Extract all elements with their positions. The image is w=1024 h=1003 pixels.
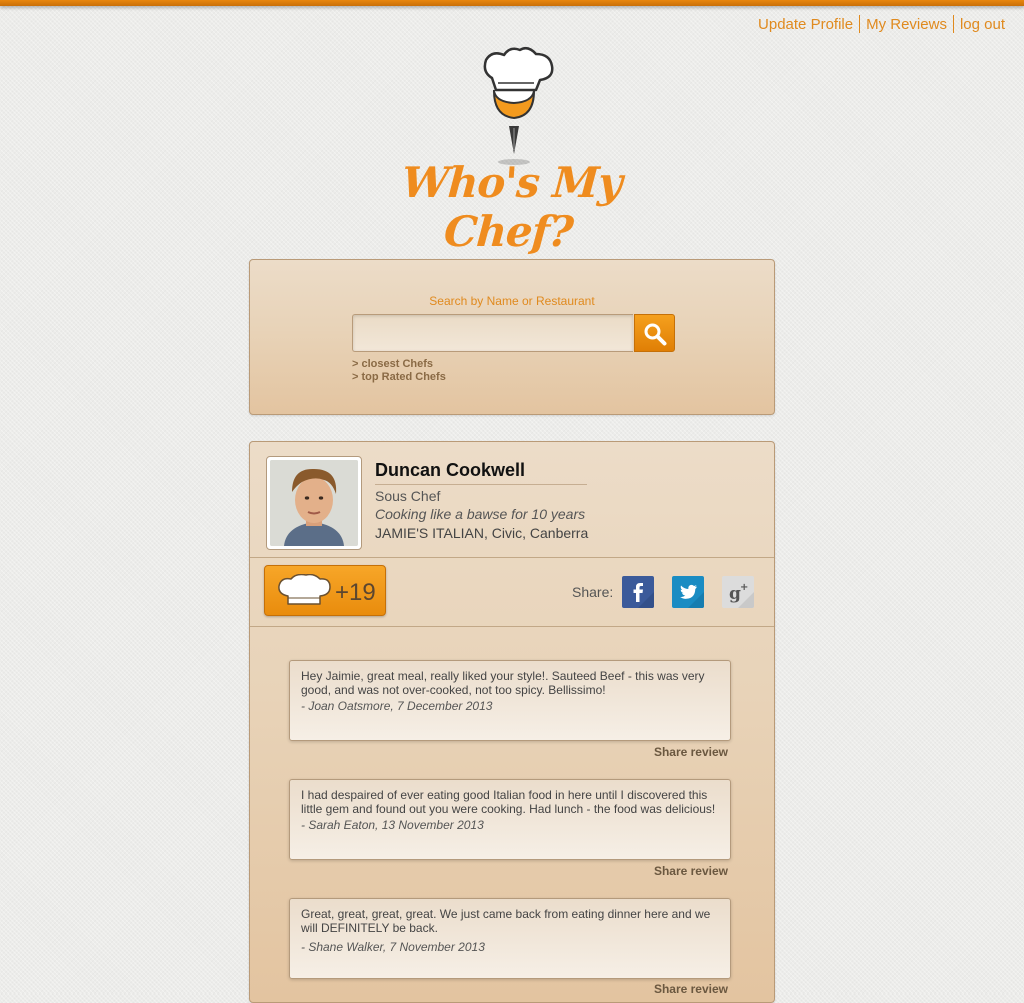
top-nav: Update Profile My Reviews log out [752, 15, 1011, 33]
search-button[interactable] [634, 314, 675, 352]
chef-role: Sous Chef [375, 488, 441, 504]
svg-text:+: + [740, 582, 748, 593]
review-text: I had despaired of ever eating good Ital… [301, 788, 716, 816]
chef-photo [270, 460, 358, 546]
chef-profile-panel: Duncan Cookwell Sous Chef Cooking like a… [249, 441, 775, 1003]
section-divider [250, 557, 774, 558]
search-panel: Search by Name or Restaurant > closest C… [249, 259, 775, 415]
facebook-icon [622, 576, 654, 608]
update-profile-link[interactable]: Update Profile [752, 16, 859, 33]
avatar [266, 456, 362, 550]
google-plus-share-button[interactable]: g + [722, 576, 754, 608]
review-author: - Sarah Eaton, 13 November 2013 [301, 818, 484, 832]
chef-tagline: Cooking like a bawse for 10 years [375, 506, 586, 522]
logout-link[interactable]: log out [954, 16, 1011, 33]
top-accent-bar [0, 0, 1024, 6]
top-rated-chefs-link[interactable]: > top Rated Chefs [352, 371, 446, 384]
review-author: - Joan Oatsmore, 7 December 2013 [301, 699, 493, 713]
facebook-share-button[interactable] [622, 576, 654, 608]
site-logo-text: Who's My Chef? [400, 158, 624, 256]
chef-hat-icon [278, 574, 331, 605]
vote-count: +19 [335, 579, 376, 606]
chef-location: JAMIE'S ITALIAN, Civic, Canberra [375, 525, 589, 541]
review-author: - Shane Walker, 7 November 2013 [301, 940, 485, 954]
share-label: Share: [572, 584, 614, 600]
search-label: Search by Name or Restaurant [429, 294, 595, 308]
closest-chefs-link[interactable]: > closest Chefs [352, 358, 446, 371]
chef-name: Duncan Cookwell [375, 460, 526, 480]
share-review-link[interactable]: Share review [640, 745, 728, 759]
my-reviews-link[interactable]: My Reviews [860, 16, 953, 33]
name-divider [375, 484, 587, 485]
review-card: I had despaired of ever eating good Ital… [289, 779, 731, 860]
search-input[interactable] [353, 315, 633, 351]
review-text: Great, great, great, great. We just came… [301, 907, 711, 935]
review-text: Hey Jaimie, great meal, really liked you… [301, 669, 705, 697]
search-box [352, 314, 633, 352]
review-card: Great, great, great, great. We just came… [289, 898, 731, 979]
chef-pin-icon [470, 46, 560, 166]
vote-button[interactable]: +19 [264, 565, 386, 616]
twitter-share-button[interactable] [672, 576, 704, 608]
quick-links: > closest Chefs > top Rated Chefs [352, 358, 446, 384]
twitter-icon [672, 576, 704, 608]
search-icon [644, 323, 667, 346]
share-review-link[interactable]: Share review [640, 864, 728, 878]
review-card: Hey Jaimie, great meal, really liked you… [289, 660, 731, 741]
section-divider [250, 626, 774, 627]
google-plus-icon: g + [722, 576, 754, 608]
